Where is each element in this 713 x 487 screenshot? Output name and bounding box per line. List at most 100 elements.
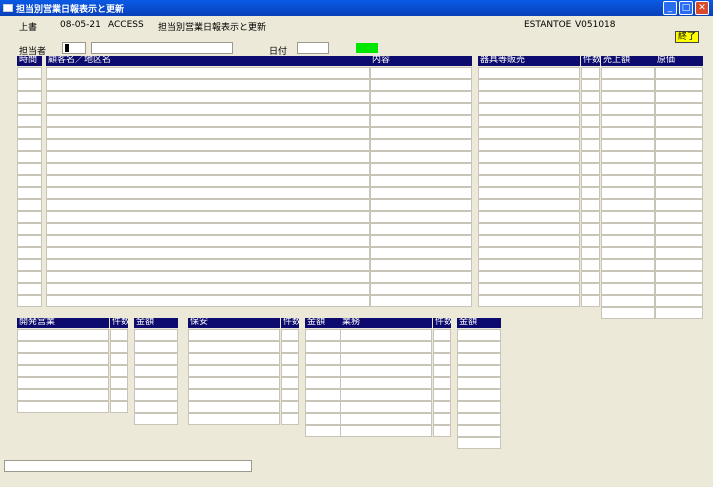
main-table-cell[interactable] (46, 127, 370, 139)
main-table-cell[interactable] (17, 139, 42, 151)
sub-table-amount-cell[interactable] (457, 341, 501, 353)
main-table-cell[interactable] (370, 79, 472, 91)
main-table-cell[interactable] (46, 67, 370, 79)
sales-table-cell[interactable] (478, 259, 580, 271)
main-table-cell[interactable] (46, 235, 370, 247)
sub-table-amount-cell[interactable] (457, 377, 501, 389)
main-table-cell[interactable] (17, 127, 42, 139)
sales-table-cell[interactable] (655, 139, 703, 151)
main-table-cell[interactable] (17, 223, 42, 235)
main-table-cell[interactable] (17, 91, 42, 103)
sales-table-cell[interactable] (478, 247, 580, 259)
sales-table-cell[interactable] (581, 79, 600, 91)
sub-table-name-cell[interactable] (340, 329, 432, 341)
sub-table-name-cell[interactable] (340, 341, 432, 353)
main-table-cell[interactable] (46, 295, 370, 307)
sales-table-cell[interactable] (601, 187, 655, 199)
sales-table-cell[interactable] (478, 67, 580, 79)
main-table-cell[interactable] (370, 199, 472, 211)
main-table-cell[interactable] (46, 271, 370, 283)
sales-table-cell[interactable] (655, 187, 703, 199)
close-button[interactable]: ✕ (695, 1, 709, 15)
sub-table-count-cell[interactable] (433, 389, 451, 401)
sub-table-count-cell[interactable] (281, 401, 299, 413)
sub-table-amount-cell[interactable] (134, 401, 178, 413)
sub-table-count-cell[interactable] (110, 365, 128, 377)
sub-table-name-cell[interactable] (188, 329, 280, 341)
sales-table-cell[interactable] (478, 127, 580, 139)
sub-table-name-cell[interactable] (188, 341, 280, 353)
sales-table-cell[interactable] (478, 91, 580, 103)
sub-table-total-cell[interactable] (134, 413, 178, 425)
sales-total-cell[interactable] (601, 307, 655, 319)
sales-table-cell[interactable] (581, 151, 600, 163)
sales-table-cell[interactable] (478, 235, 580, 247)
sub-table-count-cell[interactable] (281, 353, 299, 365)
sales-table-cell[interactable] (478, 79, 580, 91)
sub-table-count-cell[interactable] (433, 413, 451, 425)
sub-table-count-cell[interactable] (433, 329, 451, 341)
sales-table-cell[interactable] (581, 163, 600, 175)
main-table-cell[interactable] (46, 259, 370, 271)
sales-table-cell[interactable] (478, 271, 580, 283)
sub-table-count-cell[interactable] (433, 365, 451, 377)
message-field[interactable] (4, 460, 252, 472)
sales-table-cell[interactable] (655, 175, 703, 187)
sub-table-amount-cell[interactable] (457, 389, 501, 401)
sales-table-cell[interactable] (478, 199, 580, 211)
exit-button[interactable]: 終了 (675, 31, 699, 43)
sales-table-cell[interactable] (478, 103, 580, 115)
sub-table-amount-cell[interactable] (134, 353, 178, 365)
main-table-cell[interactable] (370, 67, 472, 79)
sub-table-count-cell[interactable] (281, 341, 299, 353)
main-table-cell[interactable] (46, 163, 370, 175)
sales-table-cell[interactable] (581, 247, 600, 259)
main-table-cell[interactable] (46, 223, 370, 235)
sub-table-name-cell[interactable] (340, 425, 432, 437)
sales-table-cell[interactable] (655, 91, 703, 103)
sales-table-cell[interactable] (478, 295, 580, 307)
minimize-button[interactable]: _ (663, 1, 677, 15)
main-table-cell[interactable] (370, 175, 472, 187)
main-table-cell[interactable] (46, 103, 370, 115)
main-table-cell[interactable] (370, 103, 472, 115)
sub-table-amount-cell[interactable] (134, 377, 178, 389)
main-table-cell[interactable] (17, 259, 42, 271)
main-table-cell[interactable] (17, 151, 42, 163)
main-table-cell[interactable] (46, 283, 370, 295)
sales-table-cell[interactable] (478, 175, 580, 187)
sales-table-cell[interactable] (478, 115, 580, 127)
main-table-cell[interactable] (370, 91, 472, 103)
sub-table-count-cell[interactable] (281, 389, 299, 401)
sub-table-name-cell[interactable] (188, 365, 280, 377)
sub-table-name-cell[interactable] (188, 377, 280, 389)
main-table-cell[interactable] (17, 115, 42, 127)
main-table-cell[interactable] (370, 247, 472, 259)
sales-table-cell[interactable] (581, 175, 600, 187)
main-table-cell[interactable] (17, 187, 42, 199)
sub-table-count-cell[interactable] (110, 341, 128, 353)
date-field[interactable] (297, 42, 329, 54)
sales-table-cell[interactable] (601, 175, 655, 187)
sub-table-amount-cell[interactable] (457, 425, 501, 437)
sales-table-cell[interactable] (601, 199, 655, 211)
sales-table-cell[interactable] (601, 115, 655, 127)
sub-table-count-cell[interactable] (110, 329, 128, 341)
sub-table-name-cell[interactable] (340, 401, 432, 413)
main-table-cell[interactable] (17, 163, 42, 175)
sub-table-name-cell[interactable] (17, 329, 109, 341)
sales-table-cell[interactable] (581, 295, 600, 307)
sales-table-cell[interactable] (478, 187, 580, 199)
sub-table-name-cell[interactable] (17, 389, 109, 401)
main-table-cell[interactable] (17, 247, 42, 259)
main-table-cell[interactable] (46, 115, 370, 127)
sub-table-count-cell[interactable] (110, 353, 128, 365)
sub-table-name-cell[interactable] (188, 353, 280, 365)
sales-table-cell[interactable] (478, 211, 580, 223)
sales-table-cell[interactable] (601, 223, 655, 235)
sub-table-count-cell[interactable] (433, 341, 451, 353)
sub-table-name-cell[interactable] (17, 341, 109, 353)
main-table-cell[interactable] (370, 259, 472, 271)
sales-table-cell[interactable] (601, 151, 655, 163)
sales-table-cell[interactable] (478, 139, 580, 151)
